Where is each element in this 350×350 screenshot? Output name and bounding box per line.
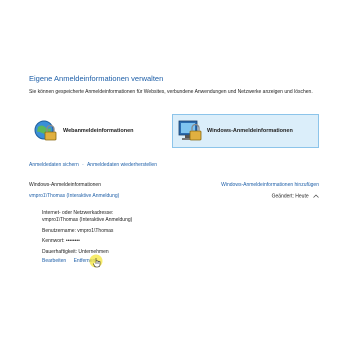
web-credentials-icon bbox=[34, 120, 57, 141]
web-credentials-label: Webanmeldeinformationen bbox=[63, 128, 134, 134]
credential-entry-header[interactable]: vmpro1\Thomas (Interaktive Anmeldung) Ge… bbox=[29, 193, 319, 202]
hand-cursor-icon bbox=[89, 254, 103, 268]
edit-link[interactable]: Bearbeiten bbox=[42, 258, 66, 264]
backup-credentials-link[interactable]: Anmeldedaten sichern bbox=[29, 162, 79, 168]
chevron-up-icon[interactable] bbox=[313, 193, 319, 199]
restore-credentials-link[interactable]: Anmeldedaten wiederherstellen bbox=[87, 162, 157, 168]
windows-credentials-section: Windows-Anmeldeinformationen Windows-Anm… bbox=[29, 182, 319, 188]
credential-manager-page: Eigene Anmeldeinformationen verwalten Si… bbox=[0, 0, 350, 350]
link-separator: · bbox=[82, 162, 84, 168]
username-field: Benutzername: vmpro1\Thomas bbox=[42, 227, 114, 234]
persistence-field: Dauerhaftigkeit: Unternehmen bbox=[42, 248, 109, 255]
page-title: Eigene Anmeldeinformationen verwalten bbox=[29, 74, 164, 83]
credential-name: vmpro1\Thomas (Interaktive Anmeldung) bbox=[29, 193, 120, 199]
page-description: Sie können gespeicherte Anmeldeinformati… bbox=[29, 89, 313, 95]
credential-details: Internet- oder Netzwerkadresse: vmpro1\T… bbox=[42, 210, 132, 256]
web-credentials-tile[interactable]: Webanmeldeinformationen bbox=[29, 114, 169, 148]
windows-credentials-label: Windows-Anmeldeinformationen bbox=[207, 128, 293, 134]
section-heading: Windows-Anmeldeinformationen bbox=[29, 182, 101, 188]
add-windows-credential-link[interactable]: Windows-Anmeldeinformationen hinzufügen bbox=[221, 182, 319, 188]
credential-changed-text: Geändert: Heute bbox=[271, 193, 309, 200]
windows-credentials-icon bbox=[178, 120, 202, 141]
windows-credentials-tile[interactable]: Windows-Anmeldeinformationen bbox=[172, 114, 319, 148]
address-value: vmpro1\Thomas (Interaktive Anmeldung) bbox=[42, 217, 133, 224]
credential-changed: Geändert: Heute bbox=[272, 193, 319, 199]
password-field: Kennwort: •••••••• bbox=[42, 238, 80, 245]
backup-restore-links: Anmeldedaten sichern · Anmeldedaten wied… bbox=[29, 162, 157, 168]
address-label: Internet- oder Netzwerkadresse: bbox=[42, 210, 114, 216]
